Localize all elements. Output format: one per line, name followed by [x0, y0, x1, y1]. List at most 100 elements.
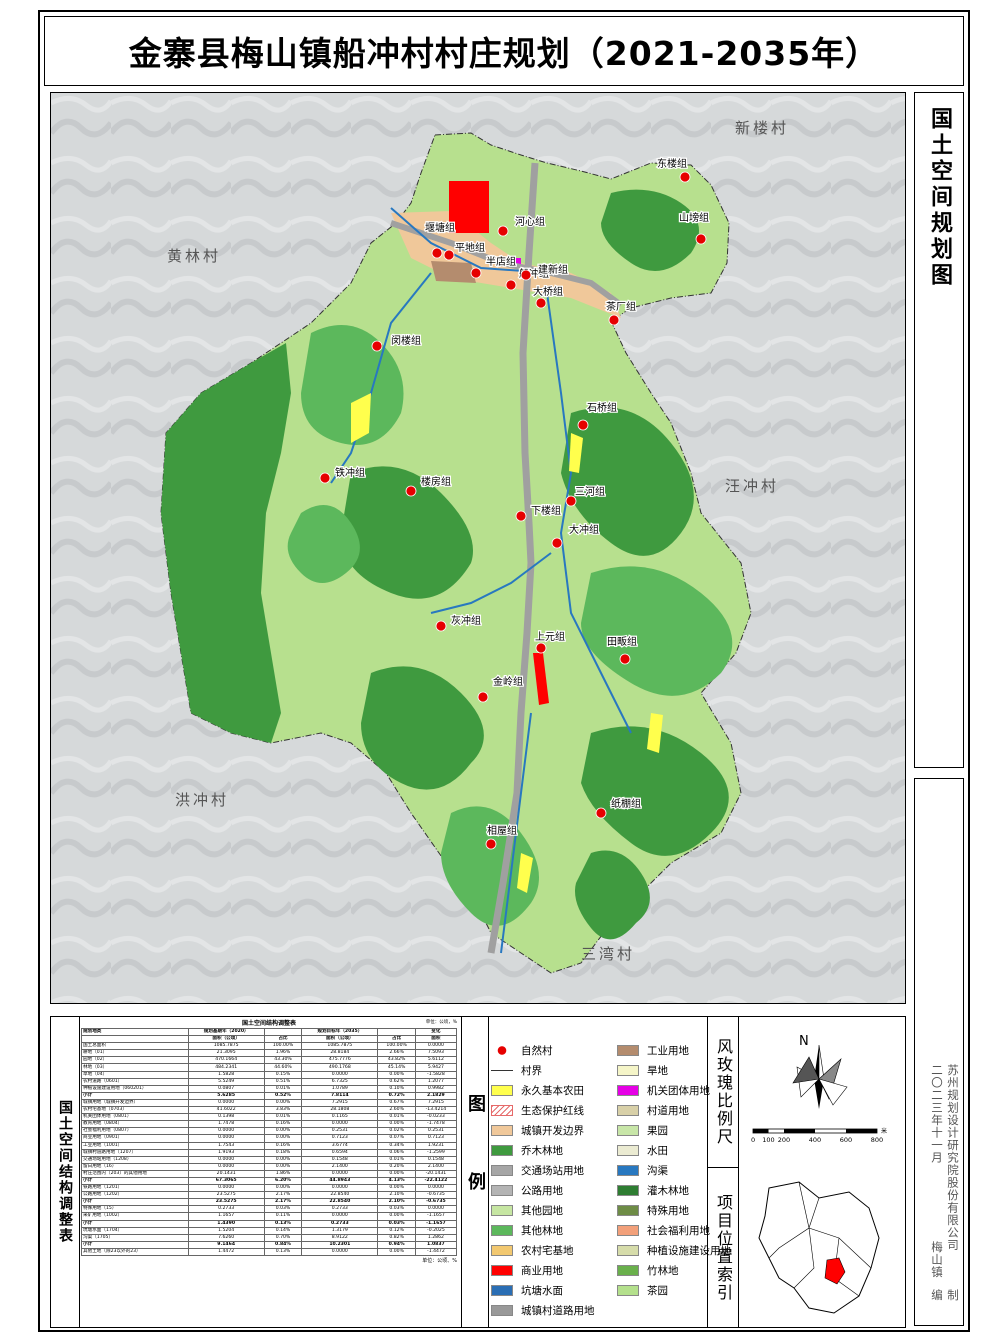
table-cell: 2.10% [377, 1191, 416, 1200]
village-dot[interactable] [477, 691, 489, 703]
table-cell: 1.86% [263, 1169, 303, 1178]
table-cell: 28.8184 [301, 1049, 379, 1058]
village-dot[interactable] [319, 472, 331, 484]
table-cell: 44.8943 [301, 1176, 379, 1186]
table-cell: 公路用地（1202） [81, 1191, 189, 1200]
village-dot[interactable] [435, 620, 447, 632]
village-dot[interactable] [497, 225, 509, 237]
legend-label: 果园 [647, 1124, 668, 1137]
table-row: 种植设施建设用地（060201） 0.0807 0.01% 1.0789 0.10% 0.… [81, 1084, 458, 1093]
table-cell: 5.6112 [414, 1056, 458, 1065]
table-cell: 0.9982 [414, 1084, 458, 1093]
legend-swatch [617, 1124, 639, 1136]
village-dot[interactable] [679, 171, 691, 183]
village-dot[interactable] [619, 653, 631, 665]
table-cell: 45.14% [377, 1063, 416, 1072]
village-dot[interactable] [405, 485, 417, 497]
village-label: 大桥组 [533, 285, 563, 298]
table-cell: 0.2531 [414, 1127, 458, 1136]
table-cell: 小计 [81, 1198, 189, 1207]
legend-item: 灌木林地 [617, 1183, 689, 1197]
credit-role-a: 编 [930, 1289, 944, 1302]
legend-label: 生态保护红线 [521, 1104, 584, 1117]
table-cell: 0.06% [377, 1148, 416, 1157]
scale-unit: 米 [881, 1127, 887, 1135]
table-row: 商业用地（0901） 0.0000 0.00% 0.7123 0.07% 0.7123 [81, 1134, 458, 1143]
table-cell: 工业用地（1001） [81, 1141, 189, 1150]
table-cell: 100.00% [377, 1042, 416, 1051]
village-dot[interactable] [470, 267, 482, 279]
village-dot[interactable] [535, 297, 547, 309]
legend-swatch [491, 1284, 513, 1296]
table-cell: 9.1464 [187, 1240, 265, 1249]
table-cell: 0.2733 [301, 1205, 379, 1214]
village-dot[interactable] [695, 233, 707, 245]
legend-label: 乔木林地 [521, 1144, 563, 1157]
table-cell: 0.1548 [414, 1155, 458, 1164]
village-dot[interactable] [577, 419, 589, 431]
village-label: 上元组 [535, 630, 565, 643]
legend-item: 村界 [491, 1063, 542, 1077]
table-cell: 10.2301 [301, 1240, 379, 1249]
village-dot[interactable] [608, 314, 620, 326]
table-cell: 1.4390 [187, 1219, 265, 1228]
table-header-row: 面积（公顷） 占比 面积（公顷） 占比 面积 [81, 1035, 458, 1044]
credit-panel: 苏州规划设计研究院股份有限公司 二〇二三年十一月 梅山镇 编 制 [914, 778, 964, 1326]
table-cell: 0.52% [263, 1091, 303, 1100]
table-cell: 1.1657 [187, 1212, 265, 1221]
legend-label: 永久基本农田 [521, 1084, 584, 1097]
table-cell: 7.6260 [187, 1233, 265, 1242]
table-cell: 4.13% [377, 1176, 416, 1186]
scale-tick-label: 200 [778, 1136, 790, 1144]
village-dot[interactable] [371, 340, 383, 352]
legend-label: 灌木林地 [647, 1184, 689, 1197]
table-row: 其他土地（除23以外的23） 1.4472 0.13% 0.0000 0.00% -1.4… [81, 1247, 458, 1257]
table-side-title-panel: 国土空间结构调整表 [51, 1017, 80, 1327]
table-cell: 1.2862 [414, 1233, 458, 1242]
neighbor-south: 三湾村 [581, 945, 635, 963]
table-cell: 0.01% [377, 1113, 416, 1122]
village-label: 山塝组 [679, 211, 709, 224]
table-cell: 机关团体用地（0801） [81, 1113, 189, 1122]
legend-item: 交通场站用地 [491, 1163, 584, 1177]
table-cell: 沟渠（1705） [81, 1233, 189, 1242]
village-dot[interactable] [515, 510, 527, 522]
table-cell: 0.0000 [301, 1070, 379, 1079]
table-cell: 林地（03） [81, 1063, 189, 1072]
table-cell: 0.67% [377, 1098, 416, 1108]
village-dot[interactable] [595, 807, 607, 819]
legend-item: 其他林地 [491, 1223, 563, 1237]
table-cell: 耕地（01） [81, 1049, 189, 1058]
map-area[interactable]: 新楼村 黄林村 汪冲村 洪冲村 三湾村 东楼组 山塝组 河心组 堰塘组 平地组 半店组 船冲… [50, 92, 906, 1004]
legend-item: 旱地 [617, 1063, 668, 1077]
table-cell: 23.5275 [187, 1191, 265, 1200]
table-cell: 475.7776 [301, 1056, 379, 1065]
map-svg[interactable]: 新楼村 黄林村 汪冲村 洪冲村 三湾村 东楼组山塝组河心组堰塘组平地组半店组船冲… [51, 93, 906, 1004]
table-cell: 0.00% [263, 1184, 303, 1193]
table-cell: 0.6594 [301, 1148, 379, 1157]
legend-swatch [491, 1084, 513, 1096]
table-row: 教育用地（0804） 1.7478 0.16% 0.0000 0.00% -1.7478 [81, 1120, 458, 1129]
table-cell: 0.82% [377, 1233, 416, 1242]
table-cell: 41.6022 [187, 1106, 265, 1115]
table-cell: 0.00% [377, 1212, 416, 1221]
village-dot[interactable] [505, 279, 517, 291]
legend-item: 生态保护红线 [491, 1103, 584, 1117]
village-dot[interactable] [551, 537, 563, 549]
table-cell: 3.6774 [301, 1141, 379, 1150]
village-label: 建新组 [538, 263, 568, 276]
village-dot[interactable] [535, 642, 547, 654]
village-label: 石桥组 [587, 401, 617, 414]
table-cell: 0.0000 [187, 1155, 265, 1164]
table-cell: 铁路用地（1201） [81, 1184, 189, 1193]
village-dot[interactable] [485, 838, 497, 850]
village-dot[interactable] [443, 249, 455, 261]
table-unit: 单位：公顷，% [425, 1020, 457, 1025]
county-outline [758, 1181, 880, 1314]
table-cell: 43.30% [263, 1056, 303, 1065]
village-dot[interactable] [520, 269, 532, 281]
legend-item: 机关团体用地 [617, 1083, 710, 1097]
village-dot[interactable] [431, 247, 443, 259]
table-cell: 0.13% [263, 1219, 303, 1228]
legend-label: 公路用地 [521, 1184, 563, 1197]
